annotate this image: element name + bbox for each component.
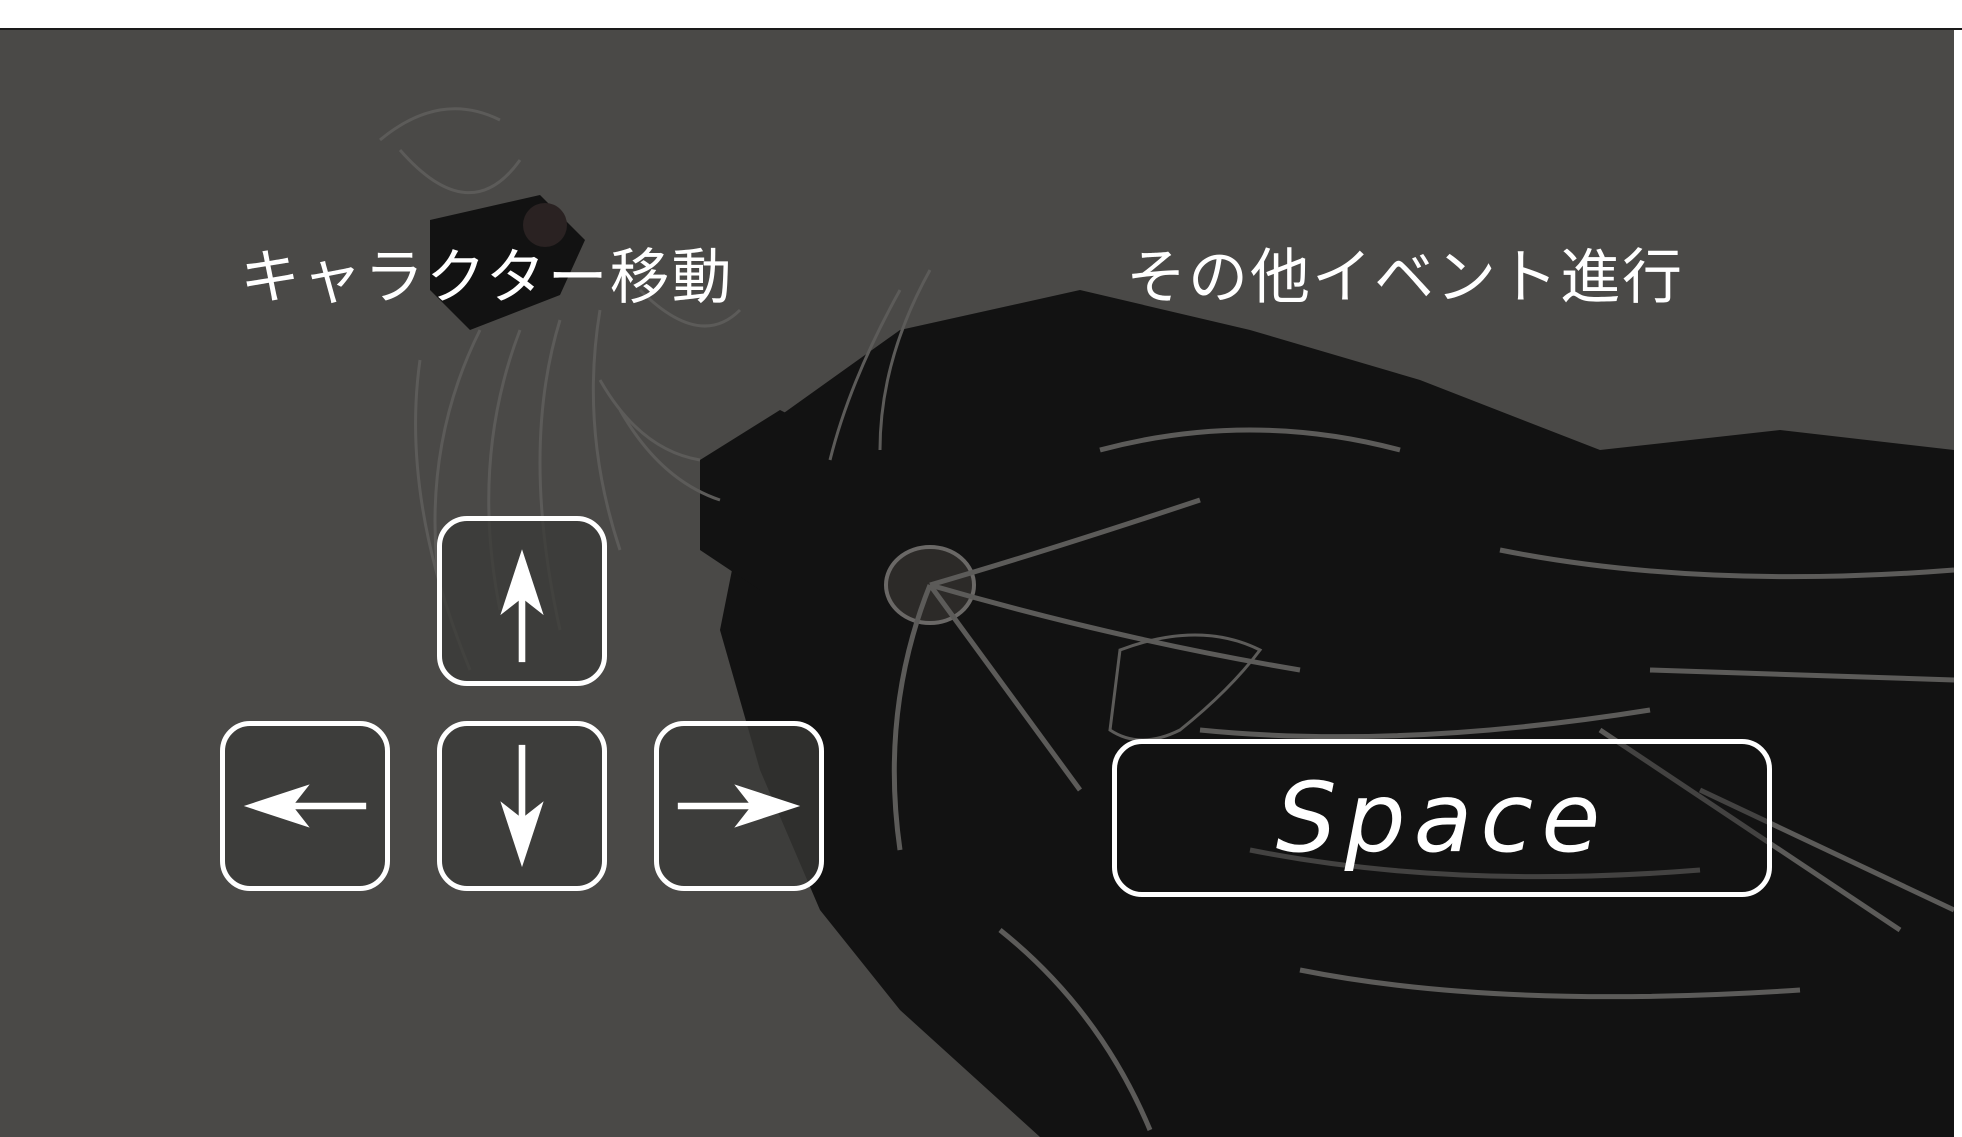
arrow-right-icon: [677, 784, 801, 828]
space-key: Space: [1112, 739, 1772, 897]
up-arrow-key: [437, 516, 607, 686]
down-arrow-key: [437, 721, 607, 891]
controls-screen: キャラクター移動 その他イベント進行 Space: [0, 28, 1962, 1137]
arrow-left-icon: [243, 784, 367, 828]
sleeping-girl-illustration: [379, 107, 1956, 1137]
frame-edge: [1954, 30, 1962, 1137]
space-key-label: Space: [1275, 762, 1609, 874]
event-label: その他イベント進行: [1126, 243, 1684, 313]
movement-label: キャラクター移動: [240, 243, 734, 313]
right-arrow-key: [654, 721, 824, 891]
left-arrow-key: [220, 721, 390, 891]
arrow-down-icon: [500, 744, 544, 868]
arrow-up-icon: [500, 549, 544, 663]
